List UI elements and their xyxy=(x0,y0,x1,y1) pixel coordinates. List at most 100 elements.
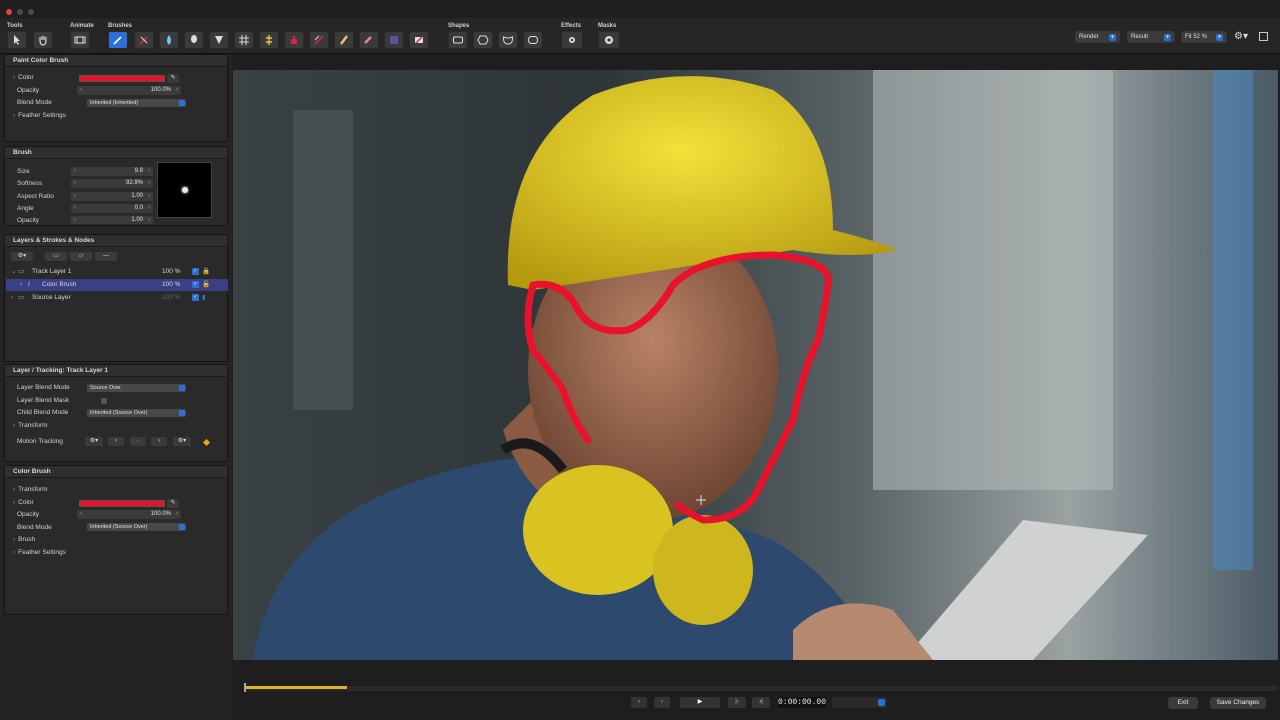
tracking-settings-button[interactable]: ⚙▾ xyxy=(85,437,103,446)
playback-speed-select[interactable] xyxy=(832,697,887,708)
layers-title: Layers & Strokes & Nodes xyxy=(5,235,227,247)
layer-settings-button[interactable]: ⚙▾ xyxy=(11,252,33,261)
lock-icon[interactable]: ▮ xyxy=(202,292,206,304)
track-backward-button[interactable]: ‹ xyxy=(108,437,124,446)
gradient-brush-button[interactable] xyxy=(409,31,429,49)
blend-mode-select[interactable]: Inherited (Inherited) xyxy=(87,99,186,107)
hand-tool-button[interactable] xyxy=(33,31,53,49)
track-forward-button[interactable]: › xyxy=(151,437,167,446)
gradient-icon xyxy=(415,36,423,44)
softness-field[interactable]: ‹ 92.9% › xyxy=(71,179,153,188)
unlock-icon[interactable]: 🔓 xyxy=(202,279,210,291)
chevron-down-icon: ▾ xyxy=(1164,33,1171,41)
brush-opacity-field[interactable]: ‹ 1.00 › xyxy=(71,216,153,224)
disclosure-arrow-icon[interactable]: › xyxy=(13,549,15,556)
color-picker-icon[interactable]: ✎ xyxy=(167,74,179,83)
playhead[interactable] xyxy=(244,683,246,692)
transform-row[interactable]: › Transform xyxy=(13,422,48,429)
brush-row[interactable]: › Brush xyxy=(13,536,35,543)
result-dropdown[interactable]: Result ▾ xyxy=(1127,31,1175,43)
bezier-shape-button[interactable] xyxy=(498,31,518,49)
feather-settings-row[interactable]: › Feather Settings xyxy=(13,549,66,556)
child-blend-mode-select[interactable]: Inherited (Source Over) xyxy=(87,409,186,417)
blur-brush-button[interactable] xyxy=(159,31,179,49)
brush-panel: Brush Size ‹ 9.8 › Softness ‹ 92.9% › Aspect… xyxy=(4,146,228,226)
keyframe-icon[interactable] xyxy=(202,438,211,447)
delete-layer-button[interactable]: — xyxy=(95,252,117,261)
disclosure-arrow-icon[interactable]: › xyxy=(13,112,15,119)
zoom-fit-dropdown[interactable]: Fit 52 % ▾ xyxy=(1181,31,1227,43)
stamp-brush-button[interactable] xyxy=(284,31,304,49)
color-swatch[interactable] xyxy=(79,75,165,82)
zoom-window-button[interactable] xyxy=(28,9,34,15)
dodge-brush-button[interactable] xyxy=(334,31,354,49)
new-folder-button[interactable]: ▱ xyxy=(70,252,92,261)
ellipse-shape-button[interactable] xyxy=(523,31,543,49)
play-button[interactable]: ▶ xyxy=(680,697,720,708)
animate-button[interactable] xyxy=(70,31,90,49)
softness-label: Softness xyxy=(17,180,43,187)
opacity-field[interactable]: ‹ 100.0% › xyxy=(77,86,181,95)
effects-menu-button[interactable] xyxy=(561,31,583,49)
feather-settings-row[interactable]: › Feather Settings xyxy=(13,112,66,119)
render-dropdown[interactable]: Render ▾ xyxy=(1075,31,1120,43)
transform-row[interactable]: › Transform xyxy=(13,486,48,493)
warp-brush-button[interactable] xyxy=(259,31,279,49)
opacity-field[interactable]: ‹ 100.0% › xyxy=(77,510,181,519)
layer-blend-mask-checkbox[interactable] xyxy=(101,398,107,404)
fill-brush-button[interactable] xyxy=(209,31,229,49)
layer-row-color-brush[interactable]: › / Color Brush 100 % ✓ 🔓 xyxy=(6,279,228,291)
visible-checkbox[interactable]: ✓ xyxy=(192,268,199,275)
go-to-end-button[interactable]: ›| xyxy=(752,697,770,708)
grid-brush-button[interactable] xyxy=(234,31,254,49)
angle-field[interactable]: ‹ 0.0 › xyxy=(71,204,153,213)
blend-mode-value: Inherited (Source Over) xyxy=(90,524,148,530)
layer-row-source-layer[interactable]: › ▭ Source Layer 100 % ✓ ▮ xyxy=(6,292,228,304)
settings-gear-icon[interactable]: ⚙▾ xyxy=(1234,31,1254,43)
expand-arrow-icon[interactable]: › xyxy=(20,279,22,291)
layer-blend-mode-select[interactable]: Source Over xyxy=(87,384,186,392)
lock-icon[interactable]: 🔒 xyxy=(202,266,210,278)
layer-row-track-layer[interactable]: ⌄ ▭ Track Layer 1 100 % ✓ 🔒 xyxy=(6,266,228,278)
select-tool-button[interactable] xyxy=(7,31,27,49)
disclosure-arrow-icon[interactable]: › xyxy=(13,74,15,81)
timeline-bar[interactable] xyxy=(244,683,1278,692)
masks-menu-button[interactable] xyxy=(598,31,620,49)
texture-brush-button[interactable] xyxy=(309,31,329,49)
timecode-display[interactable]: 0:00:00.00 xyxy=(778,697,826,708)
track-stop-button[interactable]: · xyxy=(130,437,146,446)
color-swatch[interactable] xyxy=(79,500,165,507)
save-changes-button[interactable]: Save Changes xyxy=(1210,697,1266,709)
rectangle-shape-button[interactable] xyxy=(448,31,468,49)
fullscreen-icon[interactable] xyxy=(1259,32,1268,41)
exit-button[interactable]: Exit xyxy=(1168,697,1198,709)
brush-preview xyxy=(157,162,212,218)
size-field[interactable]: ‹ 9.8 › xyxy=(71,167,153,176)
previous-frame-button[interactable]: ‹ xyxy=(631,697,647,708)
eraser-brush-button[interactable] xyxy=(359,31,379,49)
expand-arrow-icon[interactable]: › xyxy=(11,292,13,304)
color-row: › Color xyxy=(13,499,34,506)
blend-mode-select[interactable]: Inherited (Source Over) xyxy=(87,523,186,531)
disclosure-arrow-icon[interactable]: › xyxy=(13,536,15,543)
expand-arrow-icon[interactable]: ⌄ xyxy=(11,266,16,278)
visible-checkbox[interactable]: ✓ xyxy=(192,281,199,288)
disclosure-arrow-icon[interactable]: › xyxy=(13,486,15,493)
paint-brush-button[interactable] xyxy=(108,31,128,49)
image-viewer[interactable] xyxy=(233,70,1278,660)
disclosure-arrow-icon[interactable]: › xyxy=(13,499,15,506)
go-to-start-button[interactable]: |‹ xyxy=(728,697,746,708)
new-layer-button[interactable]: ▭ xyxy=(45,252,67,261)
next-frame-button[interactable]: › xyxy=(654,697,670,708)
polygon-shape-button[interactable] xyxy=(473,31,493,49)
tracking-options-button[interactable]: ⚙▾ xyxy=(173,437,191,446)
clone-brush-button[interactable] xyxy=(134,31,154,49)
replace-brush-button[interactable] xyxy=(384,31,404,49)
aspect-ratio-field[interactable]: ‹ 1.00 › xyxy=(71,192,153,201)
visible-checkbox[interactable]: ✓ xyxy=(192,294,199,301)
smudge-brush-button[interactable] xyxy=(184,31,204,49)
disclosure-arrow-icon[interactable]: › xyxy=(13,422,15,429)
close-window-button[interactable] xyxy=(6,9,12,15)
minimize-window-button[interactable] xyxy=(17,9,23,15)
color-picker-icon[interactable]: ✎ xyxy=(167,499,179,508)
